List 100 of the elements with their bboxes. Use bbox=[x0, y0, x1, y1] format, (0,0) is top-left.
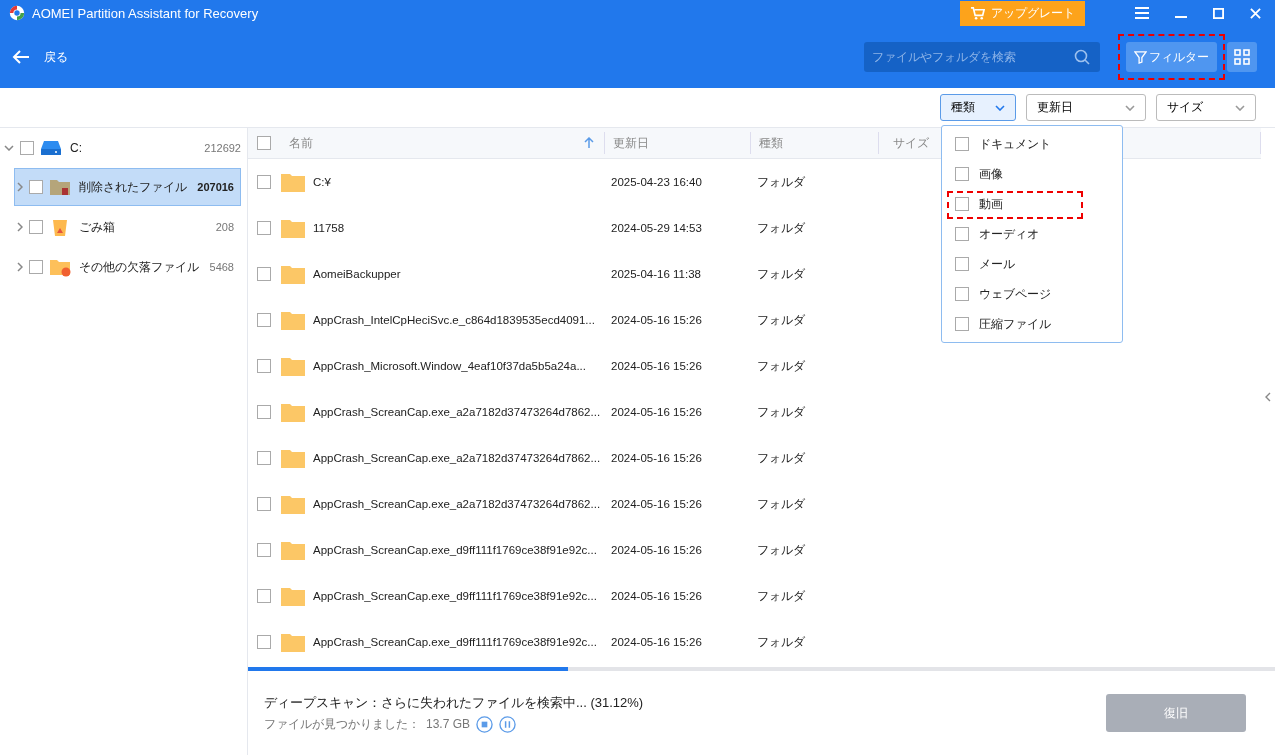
checkbox[interactable] bbox=[955, 257, 969, 271]
file-type: フォルダ bbox=[756, 495, 806, 513]
row-checkbox[interactable] bbox=[257, 451, 271, 465]
checkbox[interactable] bbox=[29, 220, 43, 234]
checkbox[interactable] bbox=[20, 141, 34, 155]
menu-item[interactable]: 動画 bbox=[942, 189, 1122, 219]
item-count: 212692 bbox=[204, 142, 241, 154]
file-type: フォルダ bbox=[756, 403, 806, 421]
chevron-icon[interactable] bbox=[4, 145, 14, 151]
close-icon[interactable] bbox=[1250, 7, 1261, 19]
row-checkbox[interactable] bbox=[257, 267, 271, 281]
modified-date: 2024-05-16 15:26 bbox=[610, 498, 703, 510]
filter-dropdown[interactable]: サイズ bbox=[1156, 94, 1256, 121]
row-checkbox[interactable] bbox=[257, 497, 271, 511]
chevron-right-icon[interactable] bbox=[17, 182, 23, 192]
file-name: AppCrash_ScreanCap.exe_d9ff111f1769ce38f91e92c... bbox=[313, 544, 597, 556]
row-checkbox[interactable] bbox=[257, 405, 271, 419]
pause-icon[interactable] bbox=[499, 715, 517, 733]
scan-status-text: ディープスキャン：さらに失われたファイルを検索中... (31.12%) bbox=[264, 693, 645, 712]
cart-icon bbox=[970, 5, 985, 21]
menu-item[interactable]: オーディオ bbox=[942, 219, 1122, 249]
modified-date: 2024-05-16 15:26 bbox=[610, 590, 703, 602]
grid-icon bbox=[1234, 49, 1250, 65]
checkbox[interactable] bbox=[955, 167, 969, 181]
menu-item[interactable]: 画像 bbox=[942, 159, 1122, 189]
found-size: 13.7 GB bbox=[426, 717, 471, 731]
select-all-checkbox[interactable] bbox=[257, 136, 271, 150]
file-name: AppCrash_ScreanCap.exe_a2a7182d37473264d7862... bbox=[313, 406, 601, 418]
window-title: AOMEI Partition Assistant for Recovery bbox=[32, 5, 259, 21]
folder-icon bbox=[281, 448, 305, 468]
filter-icon bbox=[1134, 50, 1147, 64]
file-name: AppCrash_ScreanCap.exe_d9ff111f1769ce38f91e92c... bbox=[313, 636, 597, 648]
row-checkbox[interactable] bbox=[257, 589, 271, 603]
maximize-icon[interactable] bbox=[1213, 7, 1224, 19]
file-name: AppCrash_ScreanCap.exe_d9ff111f1769ce38f91e92c... bbox=[313, 590, 597, 602]
folder-icon bbox=[281, 356, 305, 376]
checkbox[interactable] bbox=[955, 317, 969, 331]
column-header[interactable]: 種類 bbox=[759, 134, 783, 152]
found-label: ファイルが見つかりました： bbox=[264, 715, 420, 733]
checkbox[interactable] bbox=[29, 180, 43, 194]
file-name: AppCrash_ScreanCap.exe_a2a7182d37473264d7862... bbox=[313, 498, 601, 510]
folder-icon bbox=[281, 632, 305, 652]
file-type: フォルダ bbox=[756, 587, 806, 605]
column-header[interactable]: サイズ bbox=[893, 134, 929, 152]
chevron-right-icon[interactable] bbox=[17, 262, 23, 272]
sort-up-icon[interactable] bbox=[584, 137, 594, 149]
tree-item[interactable]: C: 212692 bbox=[0, 130, 247, 166]
column-header[interactable]: 更新日 bbox=[613, 134, 649, 152]
menu-item[interactable]: ウェブページ bbox=[942, 279, 1122, 309]
app-logo-icon bbox=[8, 4, 26, 22]
item-count: 207016 bbox=[197, 181, 234, 193]
folder-trash-icon bbox=[49, 177, 71, 197]
file-type: フォルダ bbox=[756, 357, 806, 375]
row-checkbox[interactable] bbox=[257, 543, 271, 557]
menu-item[interactable]: メール bbox=[942, 249, 1122, 279]
file-type: フォルダ bbox=[756, 449, 806, 467]
folder-icon bbox=[281, 264, 305, 284]
chevron-left-icon[interactable] bbox=[1265, 392, 1271, 402]
stop-icon[interactable] bbox=[476, 715, 494, 733]
grid-view-button[interactable] bbox=[1227, 42, 1257, 72]
tree-item[interactable]: 削除されたファイル 207016 bbox=[14, 168, 241, 206]
menu-item[interactable]: 圧縮ファイル bbox=[942, 309, 1122, 339]
checkbox[interactable] bbox=[955, 287, 969, 301]
row-checkbox[interactable] bbox=[257, 635, 271, 649]
menu-icon[interactable] bbox=[1135, 7, 1149, 19]
chevron-right-icon[interactable] bbox=[17, 222, 23, 232]
file-type: フォルダ bbox=[756, 219, 806, 237]
back-arrow-icon bbox=[12, 50, 30, 64]
row-checkbox[interactable] bbox=[257, 175, 271, 189]
file-type: フォルダ bbox=[756, 633, 806, 651]
tree-item[interactable]: その他の欠落ファイル 5468 bbox=[14, 248, 241, 286]
file-type: フォルダ bbox=[756, 311, 806, 329]
checkbox[interactable] bbox=[29, 260, 43, 274]
checkbox[interactable] bbox=[955, 227, 969, 241]
menu-item[interactable]: ドキュメント bbox=[942, 129, 1122, 159]
modified-date: 2025-04-16 11:38 bbox=[610, 268, 702, 280]
row-checkbox[interactable] bbox=[257, 313, 271, 327]
chevron-down-icon bbox=[995, 104, 1005, 111]
tree-item[interactable]: ごみ箱 208 bbox=[14, 208, 241, 246]
row-checkbox[interactable] bbox=[257, 359, 271, 373]
filter-dropdown[interactable]: 種類 bbox=[940, 94, 1016, 121]
filter-dropdown[interactable]: 更新日 bbox=[1026, 94, 1146, 121]
folder-icon bbox=[281, 402, 305, 422]
chevron-down-icon bbox=[1125, 104, 1135, 111]
search-field[interactable]: ファイルやフォルダを検索 bbox=[864, 42, 1100, 72]
tree-label: ごみ箱 bbox=[79, 218, 116, 236]
modified-date: 2024-05-16 15:26 bbox=[610, 544, 703, 556]
checkbox[interactable] bbox=[955, 137, 969, 151]
modified-date: 2025-04-23 16:40 bbox=[610, 176, 703, 188]
row-checkbox[interactable] bbox=[257, 221, 271, 235]
drive-label: C: bbox=[70, 141, 83, 155]
back-button[interactable]: 戻る bbox=[12, 48, 68, 66]
tree-label: 削除されたファイル bbox=[79, 178, 188, 196]
checkbox[interactable] bbox=[955, 197, 969, 211]
folder-icon bbox=[281, 218, 305, 238]
item-count: 5468 bbox=[209, 261, 234, 273]
modified-date: 2024-05-16 15:26 bbox=[610, 636, 703, 648]
file-name: AppCrash_Microsoft.Window_4eaf10f37da5b5a24a... bbox=[313, 360, 586, 372]
modified-date: 2024-05-29 14:53 bbox=[610, 222, 703, 234]
column-header[interactable]: 名前 bbox=[289, 134, 313, 152]
